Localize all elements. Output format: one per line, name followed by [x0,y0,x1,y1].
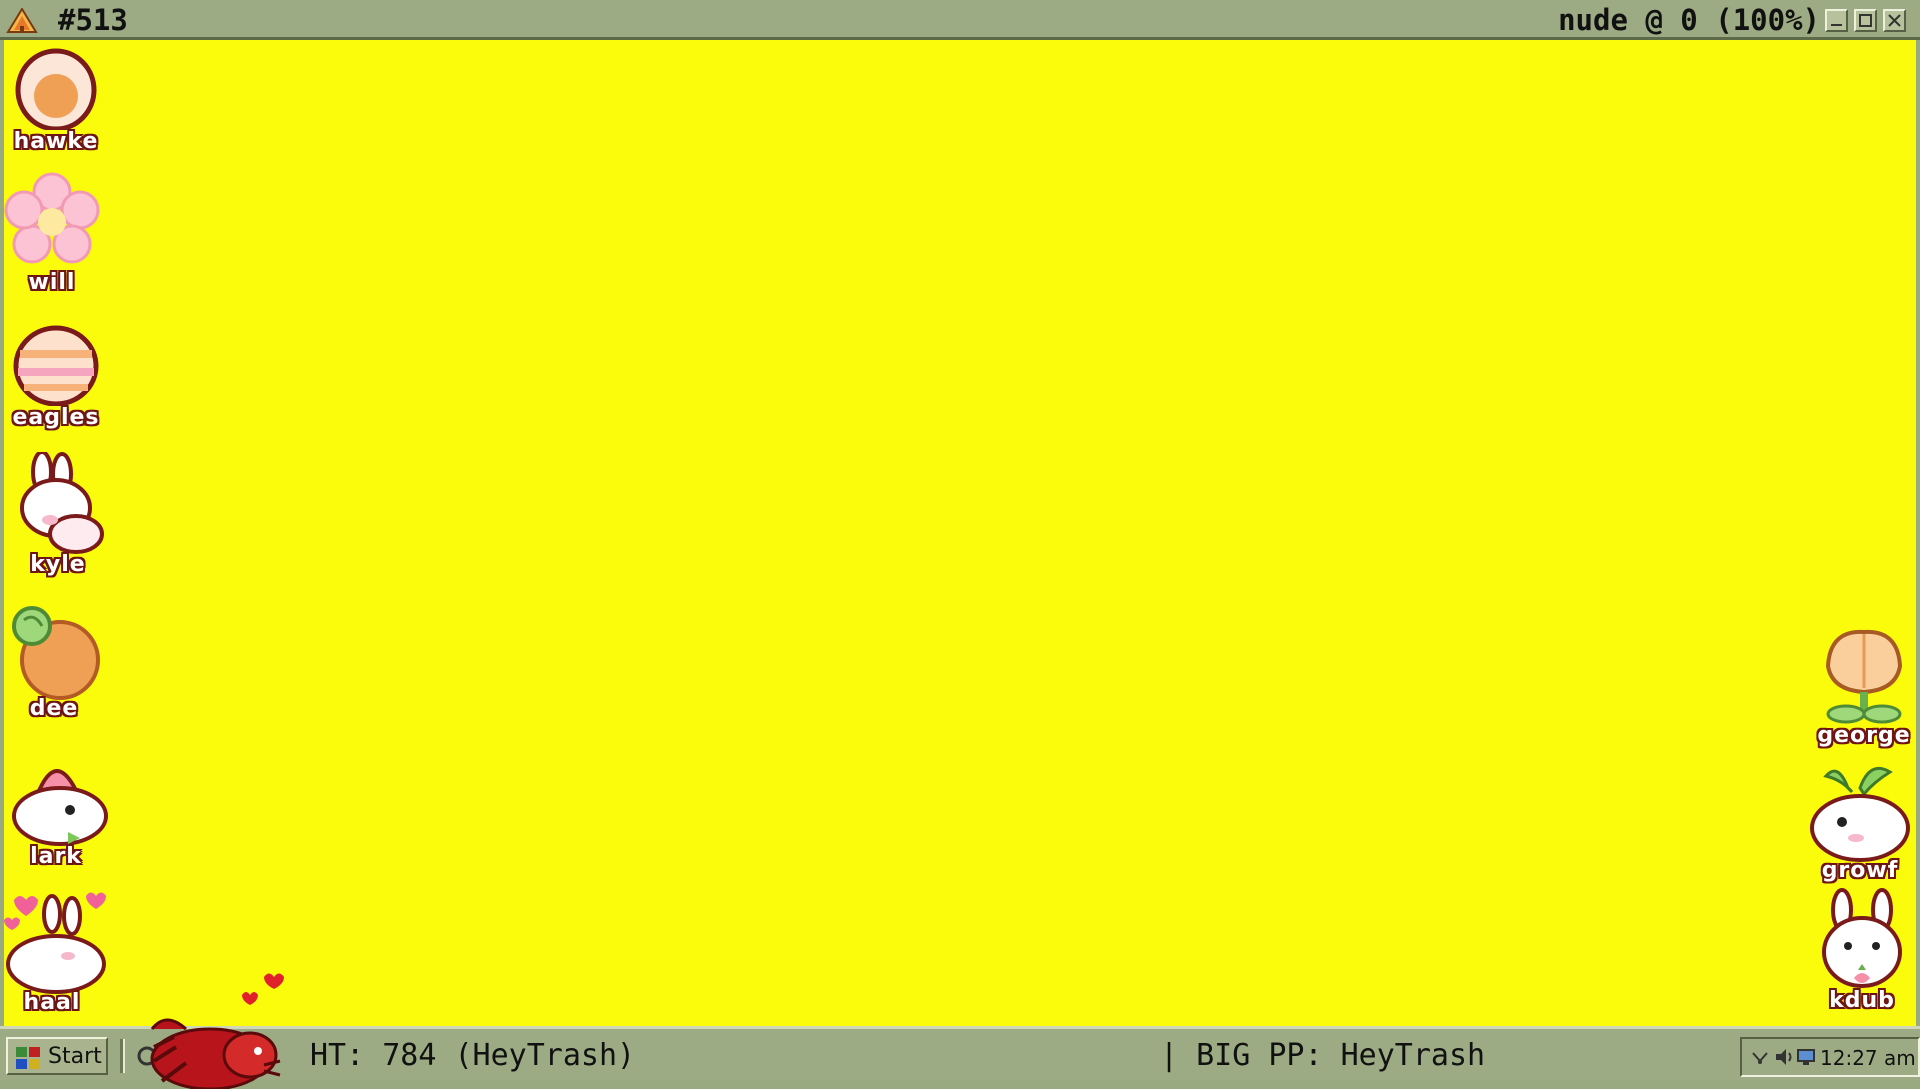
network-icon[interactable] [1750,1047,1770,1072]
striped-egg-icon [13,325,99,406]
carrot-icon [12,606,100,700]
sprout-bunny-icon [1810,767,1910,862]
start-logo-icon [16,1047,40,1069]
egg-icon [15,48,97,130]
tree-icon[interactable] [6,7,38,38]
monitor-icon[interactable] [1796,1047,1816,1072]
icon-label: lark [30,844,82,869]
start-button[interactable]: Start [6,1037,108,1075]
icon-label: will [28,270,76,295]
icon-label: growf [1821,858,1899,883]
desktop-icon-will[interactable]: will [0,170,104,295]
desktop-icon-dee[interactable]: dee [2,604,106,721]
desktop-icon-growf[interactable]: growf [1808,758,1912,883]
heart-bunny-icon [4,892,106,994]
minimize-button[interactable] [1825,9,1848,32]
desktop-icon-eagles[interactable]: eagles [4,322,108,430]
taskbar-separator [120,1039,125,1073]
flower-icon [4,172,100,264]
desktop[interactable]: hawke will eagles kyle dee lark haal geo… [4,40,1916,1026]
close-button[interactable] [1883,9,1906,32]
maximize-button[interactable] [1854,9,1877,32]
window-title: #513 [58,3,128,37]
icon-label: george [1817,723,1911,748]
lobster-icon [150,973,284,1089]
close-icon [1888,14,1901,27]
strawberry-bunny-icon [12,769,108,846]
desktop-icon-lark[interactable]: lark [4,744,108,869]
window-title-bar[interactable]: #513 nude @ 0 (100%) [0,0,1920,40]
icon-label: haal [23,990,81,1015]
maximize-icon [1859,14,1872,27]
icon-label: kyle [30,552,86,577]
icon-label: kdub [1829,988,1895,1013]
icon-label: dee [29,696,79,721]
desktop-icon-george[interactable]: george [1812,628,1916,748]
taskbar: Start HT: 784 (HeyTrash) | BIG PP: HeyTr… [0,973,1920,1089]
minimize-icon [1831,24,1842,26]
desktop-icon-kyle[interactable]: kyle [6,452,110,577]
desktop-icon-kdub[interactable]: kdub [1810,888,1914,1013]
leader-ticker: | BIG PP: HeyTrash [1160,1038,1486,1073]
bunny-icon [20,452,104,554]
icon-label: hawke [13,129,99,154]
icon-label: eagles [12,405,100,430]
window-status: nude @ 0 (100%) [1558,3,1820,37]
desktop-icon-hawke[interactable]: hawke [4,46,108,154]
system-tray: 12:27 am [1740,1037,1920,1077]
desktop-icon-haal[interactable]: haal [0,890,106,1015]
tulip-icon [1825,629,1903,724]
clock[interactable]: 12:27 am [1820,1046,1916,1070]
score-ticker: HT: 784 (HeyTrash) [310,1038,636,1073]
bunny-icon [1822,888,1902,988]
volume-icon[interactable] [1774,1047,1794,1072]
start-label: Start [48,1044,102,1069]
